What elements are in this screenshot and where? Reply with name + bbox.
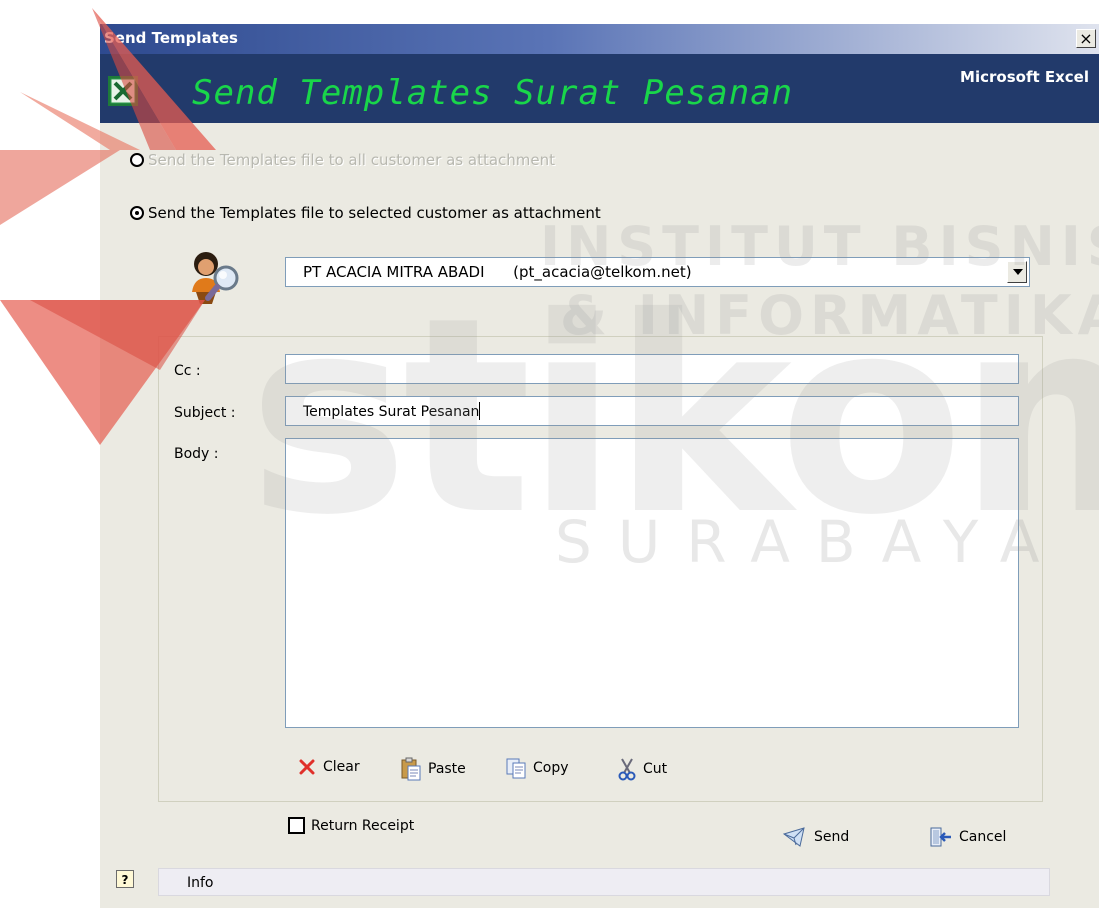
send-button[interactable]: Send xyxy=(782,826,849,848)
banner-app-name: Microsoft Excel xyxy=(960,68,1089,86)
customer-dropdown-button[interactable] xyxy=(1007,261,1027,283)
send-templates-dialog: Send Templates × Send Templates Surat Pe… xyxy=(100,24,1099,908)
close-icon: × xyxy=(1079,29,1093,48)
title-bar[interactable]: Send Templates × xyxy=(100,24,1099,54)
exit-door-icon xyxy=(930,827,951,847)
copy-label: Copy xyxy=(533,760,569,776)
return-receipt-option[interactable]: Return Receipt xyxy=(288,817,414,834)
header-banner: Send Templates Surat Pesanan Microsoft E… xyxy=(100,54,1099,123)
radio-all-customers[interactable]: Send the Templates file to all customer … xyxy=(130,151,555,169)
cut-label: Cut xyxy=(643,761,668,777)
clear-label: Clear xyxy=(323,759,360,775)
scissors-icon xyxy=(618,758,636,781)
copy-icon xyxy=(506,758,526,779)
customer-select-value: PT ACACIA MITRA ABADI (pt_acacia@telkom.… xyxy=(303,263,692,281)
send-label: Send xyxy=(814,829,850,845)
banner-title: Send Templates Surat Pesanan xyxy=(192,73,794,113)
return-receipt-checkbox[interactable] xyxy=(288,817,305,834)
close-button[interactable]: × xyxy=(1076,29,1096,48)
body-field[interactable] xyxy=(285,438,1019,728)
body-label: Body : xyxy=(174,446,219,462)
text-caret xyxy=(479,402,481,420)
radio-selected-customer[interactable]: Send the Templates file to selected cust… xyxy=(130,204,601,222)
status-bar: Info xyxy=(158,868,1050,896)
customer-select[interactable]: PT ACACIA MITRA ABADI (pt_acacia@telkom.… xyxy=(285,257,1030,287)
subject-label: Subject : xyxy=(174,405,236,421)
paste-icon xyxy=(401,757,421,781)
clear-x-icon xyxy=(299,759,315,775)
cut-button[interactable]: Cut xyxy=(617,757,667,781)
help-icon[interactable]: ? xyxy=(116,870,134,888)
window-title: Send Templates xyxy=(104,29,238,47)
clear-button[interactable]: Clear xyxy=(297,757,360,777)
radio-all-customers-indicator[interactable] xyxy=(130,153,144,167)
cancel-button[interactable]: Cancel xyxy=(929,826,1006,848)
cc-label: Cc : xyxy=(174,363,201,379)
cancel-label: Cancel xyxy=(959,829,1007,845)
subject-field[interactable]: Templates Surat Pesanan xyxy=(285,396,1019,426)
paste-button[interactable]: Paste xyxy=(400,757,466,781)
customer-search-icon xyxy=(192,252,239,304)
subject-field-value: Templates Surat Pesanan xyxy=(303,402,481,420)
return-receipt-label: Return Receipt xyxy=(311,817,415,834)
radio-selected-customer-indicator[interactable] xyxy=(130,206,144,220)
excel-logo-icon xyxy=(108,76,138,106)
send-mail-icon xyxy=(782,827,805,847)
status-text: Info xyxy=(187,875,214,891)
radio-all-customers-label: Send the Templates file to all customer … xyxy=(148,151,555,169)
cc-field[interactable] xyxy=(285,354,1019,384)
subject-text: Templates Surat Pesanan xyxy=(303,404,480,420)
radio-selected-customer-label: Send the Templates file to selected cust… xyxy=(148,204,601,222)
paste-label: Paste xyxy=(428,761,466,777)
copy-button[interactable]: Copy xyxy=(505,757,569,779)
